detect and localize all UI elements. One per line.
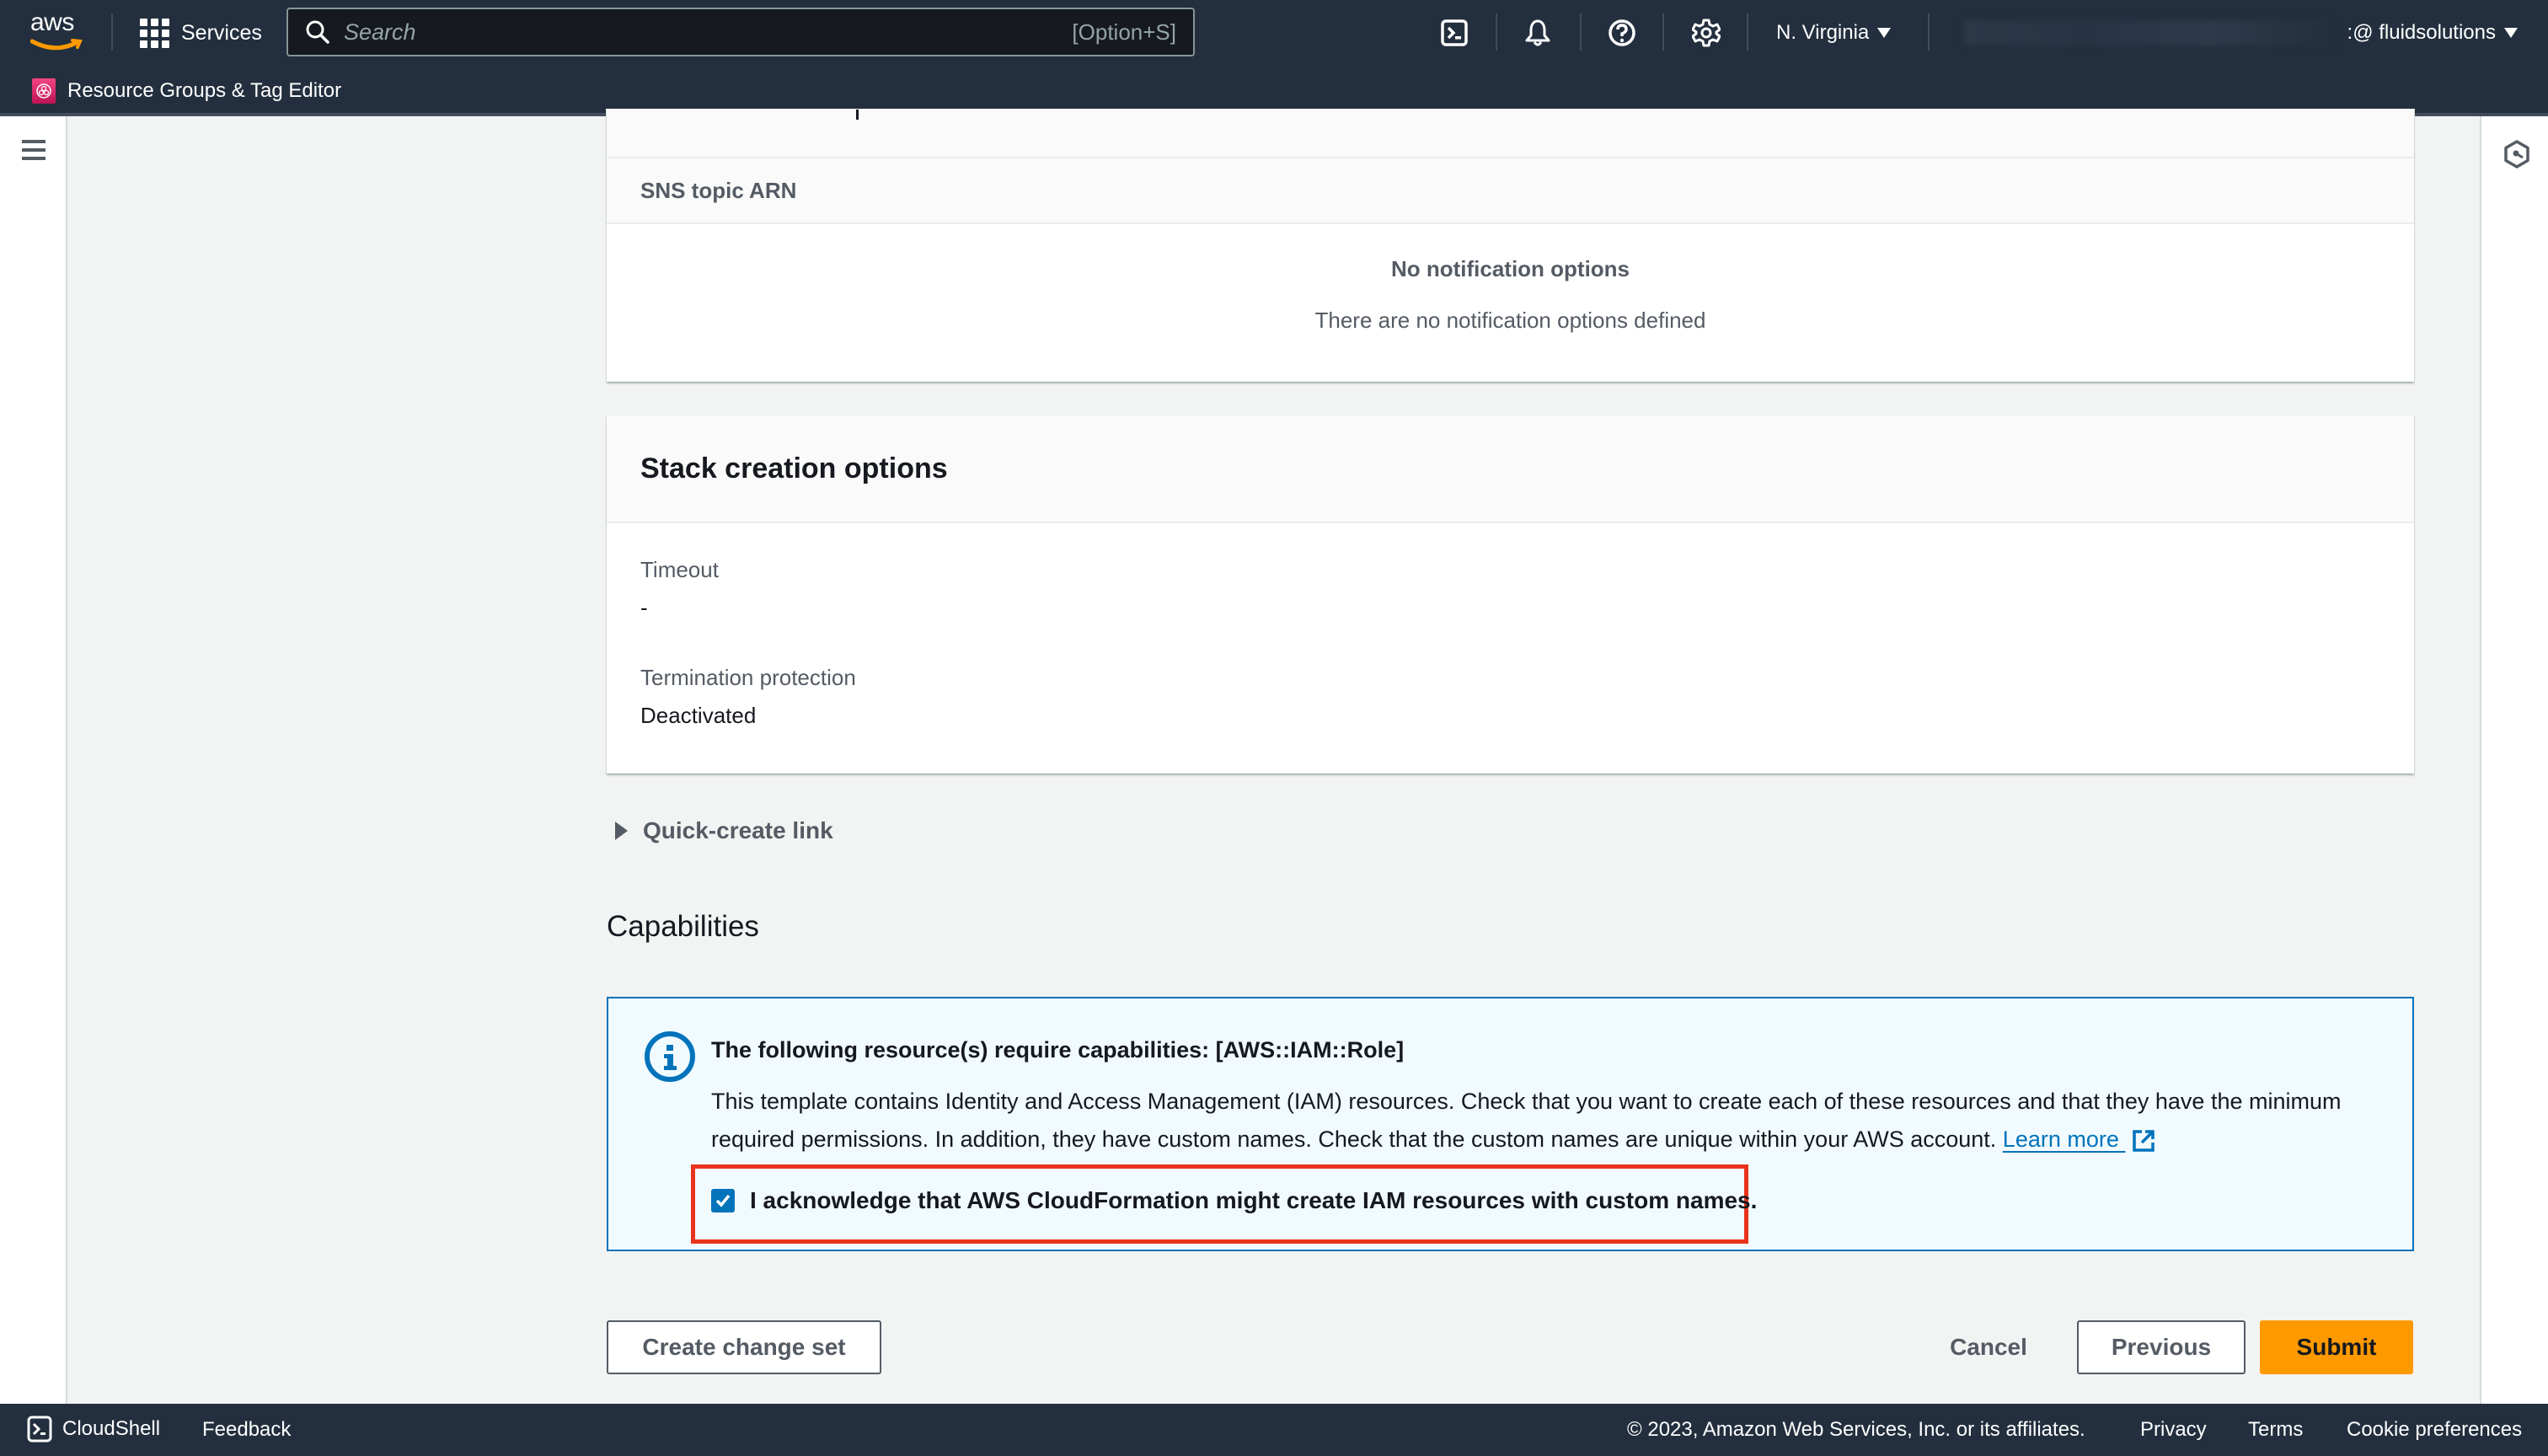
stack-creation-options-container: Stack creation options Timeout - Termina… [607, 415, 2414, 774]
aws-smile-icon [30, 39, 83, 51]
capabilities-info-alert: The following resource(s) require capabi… [607, 997, 2414, 1251]
redacted-account-info [1962, 20, 2334, 46]
settings-gear-icon [1692, 19, 1721, 47]
create-change-set-button[interactable]: Create change set [607, 1320, 881, 1374]
cloudshell-button[interactable] [1438, 17, 1470, 49]
notification-options-container: SNS topic ARN No notification options Th… [607, 110, 2414, 382]
side-navigation-rail [0, 116, 67, 1404]
checkbox-checked[interactable] [711, 1189, 735, 1212]
field-value: Deactivated [640, 703, 757, 728]
search-bar[interactable]: [Option+S] [286, 8, 1195, 56]
nav-divider [1928, 13, 1930, 51]
empty-state-message: There are no notification options define… [1314, 308, 1706, 333]
caret-down-icon [1877, 28, 1892, 38]
quick-create-link-expander[interactable]: Quick-create link [615, 817, 833, 844]
footer-copyright: © 2023, Amazon Web Services, Inc. or its… [1627, 1418, 2085, 1441]
service-bar: Resource Groups & Tag Editor [0, 66, 2548, 116]
region-selector[interactable]: N. Virginia [1776, 17, 1892, 49]
footer-feedback-link[interactable]: Feedback [202, 1418, 291, 1442]
top-navigation: aws Services [Option+S] [0, 0, 2548, 66]
services-label: Services [181, 20, 262, 45]
cloudshell-icon [1441, 19, 1468, 46]
info-hexagon-icon [2504, 140, 2529, 169]
console-footer: CloudShell Feedback © 2023, Amazon Web S… [0, 1404, 2548, 1456]
account-menu[interactable]: :@ fluidsolutions [1962, 17, 2518, 49]
alert-body: This template contains Identity and Acce… [711, 1083, 2388, 1159]
nav-divider [1496, 13, 1497, 51]
notifications-button[interactable] [1522, 17, 1554, 49]
cancel-button[interactable]: Cancel [1930, 1320, 2048, 1374]
help-panel-toggle[interactable] [2503, 140, 2530, 173]
nav-divider [1662, 13, 1664, 51]
aws-logo-text: aws [30, 8, 74, 36]
footer-terms-link[interactable]: Terms [2248, 1418, 2303, 1442]
footer-privacy-link[interactable]: Privacy [2140, 1418, 2207, 1442]
cloudshell-icon [27, 1416, 52, 1443]
nav-divider [111, 13, 113, 51]
resource-groups-icon [32, 78, 56, 104]
account-label: :@ fluidsolutions [2347, 21, 2496, 44]
footer-cloudshell-button[interactable]: CloudShell [27, 1416, 160, 1443]
column-header-sns-topic-arn: SNS topic ARN [607, 158, 2414, 224]
capabilities-heading: Capabilities [607, 910, 759, 943]
alert-title: The following resource(s) require capabi… [711, 1037, 1405, 1063]
container-header-clipped [607, 110, 2414, 158]
search-icon [306, 20, 329, 44]
container-header: Stack creation options [607, 415, 2414, 523]
learn-more-label: Learn more [2002, 1127, 2119, 1152]
services-grid-icon [140, 18, 169, 48]
footer-cloudshell-label: CloudShell [62, 1417, 161, 1440]
external-link-icon [2133, 1130, 2155, 1152]
service-name: Resource Groups & Tag Editor [67, 79, 342, 102]
field-termination-protection: Termination protection Deactivated [607, 665, 2414, 729]
nav-divider [1580, 13, 1582, 51]
notifications-bell-icon [1525, 19, 1550, 46]
caret-right-icon [615, 822, 628, 840]
expander-label: Quick-create link [643, 817, 833, 843]
footer-cookie-preferences-link[interactable]: Cookie preferences [2347, 1418, 2522, 1442]
section-title: Stack creation options [640, 452, 948, 484]
caret-down-icon [2504, 28, 2518, 38]
aws-logo[interactable]: aws [30, 10, 83, 54]
previous-button[interactable]: Previous [2077, 1320, 2246, 1374]
settings-button[interactable] [1690, 17, 1722, 49]
field-value: - [640, 595, 648, 620]
region-label: N. Virginia [1776, 21, 1870, 44]
checkmark-icon [715, 1194, 731, 1207]
acknowledge-iam-checkbox[interactable]: I acknowledge that AWS CloudFormation mi… [711, 1187, 1757, 1214]
help-icon [1609, 19, 1635, 46]
info-circle-icon [645, 1031, 695, 1082]
help-button[interactable] [1606, 17, 1638, 49]
favorite-service-resource-groups[interactable]: Resource Groups & Tag Editor [32, 78, 341, 104]
submit-button[interactable]: Submit [2260, 1320, 2413, 1374]
empty-state: No notification options There are no not… [607, 224, 2414, 334]
nav-divider [1747, 13, 1748, 51]
learn-more-link[interactable]: Learn more [2003, 1127, 2126, 1152]
search-input[interactable] [344, 19, 1035, 46]
field-timeout: Timeout - [607, 557, 2414, 621]
empty-state-title: No notification options [1390, 256, 1630, 281]
field-label: Termination protection [640, 665, 856, 690]
menu-hamburger-icon[interactable] [22, 140, 46, 160]
services-menu-button[interactable]: Services [140, 17, 262, 49]
field-label: Timeout [640, 557, 719, 582]
search-shortcut-hint: [Option+S] [1072, 19, 1176, 45]
acknowledge-label: I acknowledge that AWS CloudFormation mi… [750, 1187, 1758, 1213]
help-panel-rail [2480, 116, 2548, 1404]
